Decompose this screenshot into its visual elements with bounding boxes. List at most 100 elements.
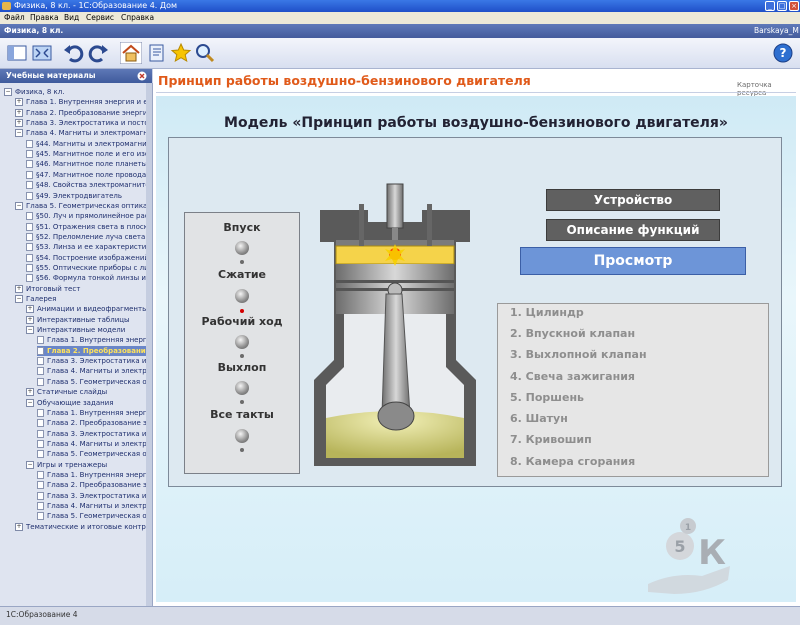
tree-item[interactable]: − Интерактивные модели bbox=[26, 325, 146, 335]
tree-item[interactable]: Глава 1. Внутренняя энерги bbox=[37, 470, 146, 480]
document-icon[interactable] bbox=[37, 470, 44, 479]
switch-all-strokes[interactable] bbox=[235, 429, 249, 443]
tree-item[interactable]: §46. Магнитное поле планеты З bbox=[26, 159, 146, 169]
tree-item[interactable]: §50. Луч и прямолинейное рас bbox=[26, 211, 146, 221]
document-icon[interactable] bbox=[37, 439, 44, 448]
tree-item[interactable]: §47. Магнитное поле провода с bbox=[26, 170, 146, 180]
tree-item[interactable]: §56. Формула тонкой линзы и bbox=[26, 273, 146, 283]
undo-icon[interactable] bbox=[62, 42, 84, 64]
part-item[interactable]: 5. Поршень bbox=[510, 391, 584, 404]
tree-item[interactable]: − Физика, 8 кл. bbox=[4, 87, 146, 97]
tree-item[interactable]: Глава 1. Внутренняя энерги bbox=[37, 335, 146, 345]
collapse-icon[interactable]: − bbox=[4, 88, 12, 96]
document-icon[interactable] bbox=[37, 336, 44, 345]
part-item[interactable]: 3. Выхлопной клапан bbox=[510, 348, 647, 361]
expand-icon[interactable]: + bbox=[15, 108, 23, 117]
resource-card-link[interactable]: Карточка ресурса bbox=[737, 81, 800, 97]
document-icon[interactable] bbox=[26, 253, 33, 262]
tree-item[interactable]: Глава 3. Электростатика и п bbox=[37, 491, 146, 501]
document-icon[interactable] bbox=[26, 150, 33, 159]
tree-item[interactable]: §49. Электродвигатель bbox=[26, 191, 146, 201]
tree-item[interactable]: §44. Магниты и электромагниты bbox=[26, 139, 146, 149]
device-button[interactable]: Устройство bbox=[546, 189, 720, 211]
expand-icon[interactable]: + bbox=[15, 119, 23, 128]
tree-item[interactable]: + Глава 1. Внутренняя энергия и ее bbox=[15, 97, 146, 107]
tree-item[interactable]: Глава 5. Геометрическая опт bbox=[37, 377, 146, 387]
document-icon[interactable] bbox=[37, 377, 44, 386]
tree-item[interactable]: + Глава 3. Электростатика и постоян bbox=[15, 118, 146, 128]
panel-toggle-icon[interactable] bbox=[6, 42, 28, 64]
part-item[interactable]: 7. Кривошип bbox=[510, 433, 592, 446]
minimize-button[interactable]: _ bbox=[765, 1, 775, 11]
tree-item[interactable]: §52. Преломление луча света bbox=[26, 232, 146, 242]
tree-item[interactable]: + Итоговый тест bbox=[15, 284, 146, 294]
fullscreen-icon[interactable] bbox=[31, 42, 53, 64]
expand-icon[interactable]: + bbox=[26, 388, 34, 397]
document-icon[interactable] bbox=[26, 243, 33, 252]
favorites-star-icon[interactable] bbox=[170, 42, 192, 64]
tree-item[interactable]: + Анимации и видеофрагменты bbox=[26, 304, 146, 314]
part-item[interactable]: 4. Свеча зажигания bbox=[510, 370, 635, 383]
tree-item[interactable]: − Глава 5. Геометрическая оптика bbox=[15, 201, 146, 211]
tree-item[interactable]: − Галерея bbox=[15, 294, 146, 304]
menu-file[interactable]: Файл bbox=[4, 12, 25, 24]
tree-item[interactable]: − Игры и тренажеры bbox=[26, 460, 146, 470]
tree-item[interactable]: + Глава 2. Преобразование энергии bbox=[15, 108, 146, 118]
sidebar-close-icon[interactable] bbox=[137, 71, 147, 81]
menu-service[interactable]: Сервис bbox=[86, 12, 114, 24]
document-icon[interactable] bbox=[37, 408, 44, 417]
collapse-icon[interactable]: − bbox=[15, 129, 23, 138]
collapse-icon[interactable]: − bbox=[26, 460, 34, 469]
document-icon[interactable] bbox=[26, 274, 33, 283]
tree-item[interactable]: + Тематические и итоговые контр bbox=[15, 522, 146, 532]
part-item[interactable]: 1. Цилиндр bbox=[510, 306, 584, 319]
expand-icon[interactable]: + bbox=[15, 98, 23, 107]
part-item[interactable]: 6. Шатун bbox=[510, 412, 568, 425]
menu-help[interactable]: Справка bbox=[121, 12, 154, 24]
tree-item[interactable]: §51. Отражения света в плоско bbox=[26, 222, 146, 232]
document-icon[interactable] bbox=[26, 181, 33, 190]
tree-item[interactable]: §48. Свойства электромагнитов bbox=[26, 180, 146, 190]
book-icon[interactable] bbox=[146, 42, 168, 64]
home-icon[interactable] bbox=[120, 42, 142, 64]
part-item[interactable]: 8. Камера сгорания bbox=[510, 455, 635, 468]
tree-item[interactable]: §54. Построение изображений bbox=[26, 253, 146, 263]
document-icon[interactable] bbox=[37, 346, 44, 355]
document-icon[interactable] bbox=[37, 429, 44, 438]
collapse-icon[interactable]: − bbox=[15, 295, 23, 303]
expand-icon[interactable]: + bbox=[15, 284, 23, 293]
tree-item[interactable]: Глава 2. Преобразование bbox=[37, 345, 146, 356]
tree-item[interactable]: Глава 4. Магниты и электро bbox=[37, 439, 146, 449]
tree-item[interactable]: Глава 3. Электростатика и п bbox=[37, 429, 146, 439]
document-icon[interactable] bbox=[37, 357, 44, 366]
collapse-icon[interactable]: − bbox=[26, 326, 34, 335]
menu-edit[interactable]: Правка bbox=[30, 12, 59, 24]
document-icon[interactable] bbox=[37, 512, 44, 521]
document-icon[interactable] bbox=[26, 222, 33, 231]
tree-item[interactable]: §55. Оптические приборы с лин bbox=[26, 263, 146, 273]
tree-item[interactable]: Глава 4. Магниты и электром bbox=[37, 366, 146, 376]
document-icon[interactable] bbox=[37, 491, 44, 500]
document-icon[interactable] bbox=[26, 160, 33, 169]
tree-item[interactable]: Глава 5. Геометрическая опт bbox=[37, 511, 146, 521]
document-icon[interactable] bbox=[26, 232, 33, 241]
document-icon[interactable] bbox=[37, 502, 44, 510]
maximize-button[interactable]: □ bbox=[777, 1, 787, 11]
expand-icon[interactable]: + bbox=[15, 522, 23, 531]
document-icon[interactable] bbox=[26, 263, 33, 272]
document-icon[interactable] bbox=[26, 212, 33, 221]
document-icon[interactable] bbox=[37, 367, 44, 376]
part-item[interactable]: 2. Впускной клапан bbox=[510, 327, 635, 340]
switch-intake[interactable] bbox=[235, 241, 249, 255]
switch-compression[interactable] bbox=[235, 289, 249, 303]
tree-item[interactable]: §53. Линза и ее характеристи bbox=[26, 242, 146, 252]
expand-icon[interactable]: + bbox=[26, 305, 34, 314]
switch-power-stroke[interactable] bbox=[235, 335, 249, 349]
search-icon[interactable] bbox=[194, 42, 216, 64]
tree-item[interactable]: + Статичные слайды bbox=[26, 387, 146, 397]
tree-item[interactable]: Глава 1. Внутренняя энерги bbox=[37, 408, 146, 418]
document-icon[interactable] bbox=[26, 170, 33, 179]
document-icon[interactable] bbox=[37, 450, 44, 459]
collapse-icon[interactable]: − bbox=[15, 201, 23, 210]
switch-exhaust[interactable] bbox=[235, 381, 249, 395]
